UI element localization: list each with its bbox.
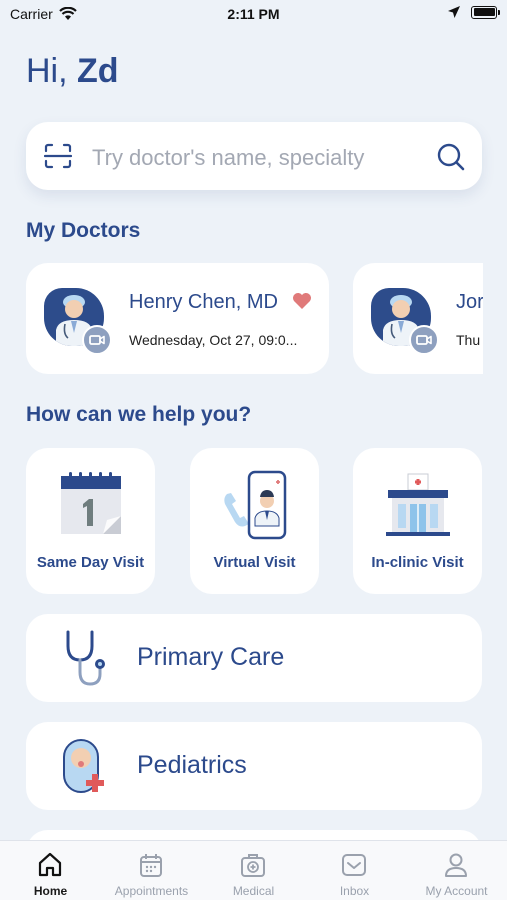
pediatrics-card[interactable]: Pediatrics bbox=[26, 722, 482, 810]
doctors-carousel[interactable]: Henry Chen, MD Wednesday, Oct 27, 09:0..… bbox=[26, 263, 483, 375]
location-icon bbox=[448, 6, 460, 18]
search-icon[interactable] bbox=[436, 142, 466, 172]
clinic-icon bbox=[385, 473, 450, 536]
scan-icon[interactable] bbox=[44, 143, 72, 169]
stethoscope-icon bbox=[66, 630, 105, 686]
calendar-icon bbox=[60, 472, 121, 534]
user-icon bbox=[445, 853, 467, 877]
heart-icon[interactable] bbox=[292, 292, 312, 310]
tab-medical-label: Medical bbox=[232, 884, 275, 898]
in-clinic-visit-label: In-clinic Visit bbox=[371, 554, 464, 571]
appointment-date: Wednesday, Oct 27, 09:0... bbox=[129, 332, 298, 348]
help-title: How can we help you? bbox=[26, 403, 252, 426]
appointment-date: Thu bbox=[456, 332, 481, 348]
tab-medical[interactable]: Medical bbox=[203, 841, 304, 900]
doctor-name: Jor bbox=[456, 291, 483, 313]
tab-inbox[interactable]: Inbox bbox=[304, 841, 405, 900]
tab-appointments[interactable]: Appointments bbox=[101, 841, 202, 900]
doctor-card[interactable]: Henry Chen, MD Wednesday, Oct 27, 09:0..… bbox=[26, 263, 329, 374]
doctor-card[interactable]: Jor Thu bbox=[353, 263, 483, 374]
my-doctors-title: My Doctors bbox=[26, 219, 141, 242]
in-clinic-visit-card[interactable]: In-clinic Visit bbox=[353, 448, 482, 594]
medical-kit-icon bbox=[241, 854, 265, 877]
tab-home-label: Home bbox=[33, 884, 68, 898]
tab-home[interactable]: Home bbox=[0, 841, 101, 900]
search-bar[interactable]: Try doctor's name, specialty bbox=[26, 122, 482, 190]
same-day-visit-card[interactable]: Same Day Visit bbox=[26, 448, 155, 594]
status-time: 2:11 PM bbox=[227, 6, 280, 22]
pediatrics-label: Pediatrics bbox=[137, 751, 247, 779]
status-bar: Carrier 2:11 PM bbox=[0, 0, 507, 28]
virtual-visit-label: Virtual Visit bbox=[213, 554, 296, 571]
primary-care-card[interactable]: Primary Care bbox=[26, 614, 482, 702]
user-name: Zd bbox=[77, 52, 119, 90]
search-input[interactable]: Try doctor's name, specialty bbox=[92, 145, 364, 171]
tab-my-account[interactable]: My Account bbox=[406, 841, 507, 900]
tab-inbox-label: Inbox bbox=[339, 884, 370, 898]
tab-my-account-label: My Account bbox=[425, 884, 488, 898]
greeting-prefix: Hi, bbox=[26, 52, 77, 90]
inbox-icon bbox=[342, 854, 366, 876]
same-day-visit-label: Same Day Visit bbox=[36, 554, 145, 571]
greeting: Hi, Zd bbox=[26, 52, 119, 91]
phone-doctor-icon bbox=[223, 470, 286, 540]
baby-icon bbox=[63, 739, 104, 793]
doctor-name: Henry Chen, MD bbox=[129, 291, 278, 313]
tab-appointments-label: Appointments bbox=[114, 884, 189, 898]
status-right bbox=[447, 5, 500, 19]
home-icon bbox=[38, 852, 62, 877]
tab-bar: Home Appointments Medical Inbox My Accou… bbox=[0, 840, 507, 900]
video-icon[interactable] bbox=[82, 325, 112, 355]
battery-icon bbox=[471, 5, 500, 19]
primary-care-label: Primary Care bbox=[137, 643, 285, 671]
video-icon[interactable] bbox=[409, 325, 439, 355]
virtual-visit-card[interactable]: Virtual Visit bbox=[190, 448, 319, 594]
calendar-icon bbox=[140, 854, 162, 877]
